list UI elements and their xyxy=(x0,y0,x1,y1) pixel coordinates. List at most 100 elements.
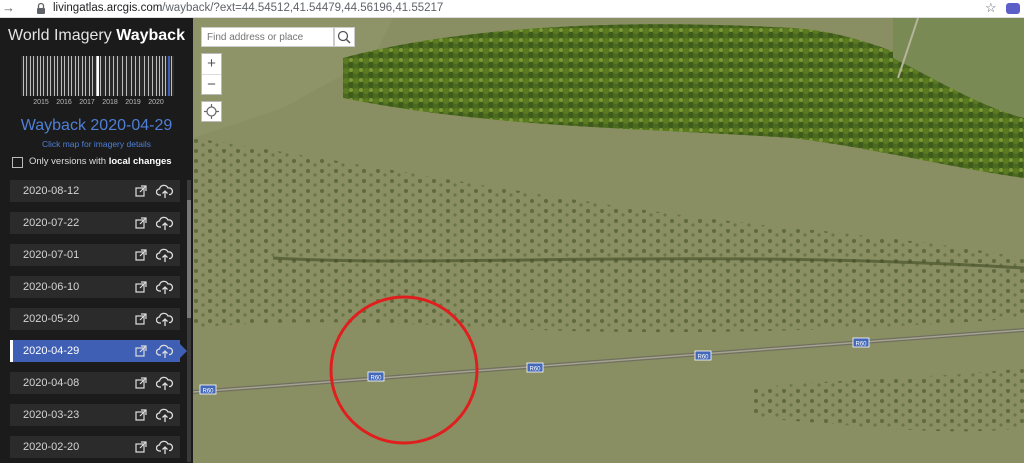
satellite-map[interactable]: R60 R60 R60 R60 R60 xyxy=(193,18,1024,463)
timeline-release-tick[interactable] xyxy=(113,56,114,96)
release-item[interactable]: 2020-04-29 xyxy=(10,340,187,362)
timeline-release-tick[interactable] xyxy=(126,56,127,96)
timeline-release-tick[interactable] xyxy=(131,56,132,96)
open-in-new-icon[interactable] xyxy=(135,185,147,197)
cloud-upload-icon[interactable] xyxy=(156,407,174,423)
timeline-release-tick[interactable] xyxy=(43,56,44,96)
zoom-out-button[interactable]: − xyxy=(202,74,221,95)
timeline-release-tick[interactable] xyxy=(37,56,38,96)
timeline-release-tick[interactable] xyxy=(117,56,118,96)
timeline-release-tick[interactable] xyxy=(89,56,90,96)
release-date: 2020-04-29 xyxy=(23,345,80,357)
zoom-in-button[interactable]: + xyxy=(202,54,221,74)
open-in-new-icon[interactable] xyxy=(135,441,147,453)
url-host: livingatlas.arcgis.com xyxy=(53,2,163,14)
timeline-release-tick[interactable] xyxy=(61,56,62,96)
scrollbar-thumb[interactable] xyxy=(187,200,191,318)
timeline-release-tick[interactable] xyxy=(33,56,34,96)
timeline-release-tick[interactable] xyxy=(71,56,72,96)
timeline-year-label: 2015 xyxy=(33,99,49,106)
url-path: /wayback/?ext=44.54512,41.54479,44.56196… xyxy=(162,2,444,14)
cloud-upload-icon[interactable] xyxy=(156,343,174,359)
back-arrow-icon[interactable]: → xyxy=(2,0,15,16)
release-item[interactable]: 2020-07-22 xyxy=(10,212,180,234)
open-in-new-icon[interactable] xyxy=(135,217,147,229)
timeline-year-label: 2020 xyxy=(148,99,164,106)
timeline-release-tick[interactable] xyxy=(85,56,86,96)
timeline-release-tick[interactable] xyxy=(23,56,24,96)
timeline-release-tick[interactable] xyxy=(78,56,79,96)
app-title: World Imagery Wayback xyxy=(0,27,193,45)
release-item[interactable]: 2020-07-01 xyxy=(10,244,180,266)
cloud-upload-icon[interactable] xyxy=(156,247,174,263)
timeline-release-tick[interactable] xyxy=(75,56,76,96)
timeline-release-tick[interactable] xyxy=(159,56,160,96)
map-search-input[interactable] xyxy=(201,27,334,47)
release-item[interactable]: 2020-04-08 xyxy=(10,372,180,394)
timeline-release-tick[interactable] xyxy=(40,56,41,96)
release-item[interactable]: 2020-02-20 xyxy=(10,436,180,458)
local-changes-label: Only versions with local changes xyxy=(29,156,172,167)
cloud-upload-icon[interactable] xyxy=(156,279,174,295)
map-search-button[interactable] xyxy=(334,27,355,47)
release-date: 2020-07-01 xyxy=(23,249,80,261)
timeline-release-tick[interactable] xyxy=(168,56,170,96)
timeline-release-tick[interactable] xyxy=(105,56,106,96)
release-timeline[interactable] xyxy=(21,56,174,96)
release-item[interactable]: 2020-03-23 xyxy=(10,404,180,426)
bookmark-star-icon[interactable]: ☆ xyxy=(985,0,997,16)
timeline-release-tick[interactable] xyxy=(152,56,153,96)
timeline-release-tick[interactable] xyxy=(109,56,110,96)
timeline-release-tick[interactable] xyxy=(139,56,140,96)
release-list-scrollbar[interactable] xyxy=(187,180,191,462)
timeline-release-tick[interactable] xyxy=(135,56,136,96)
release-item[interactable]: 2020-06-10 xyxy=(10,276,180,298)
timeline-release-tick[interactable] xyxy=(26,56,27,96)
timeline-release-tick[interactable] xyxy=(162,56,163,96)
release-date: 2020-06-10 xyxy=(23,281,80,293)
local-changes-filter[interactable]: Only versions with local changes xyxy=(12,156,187,170)
timeline-year-label: 2018 xyxy=(102,99,118,106)
crosshair-icon xyxy=(204,104,219,119)
open-in-new-icon[interactable] xyxy=(135,313,147,325)
timeline-release-tick[interactable] xyxy=(148,56,149,96)
timeline-year-label: 2017 xyxy=(79,99,95,106)
timeline-release-tick[interactable] xyxy=(68,56,69,96)
cloud-upload-icon[interactable] xyxy=(156,375,174,391)
timeline-release-tick[interactable] xyxy=(171,56,172,96)
road-shield-label: R60 xyxy=(370,376,382,382)
timeline-release-tick[interactable] xyxy=(165,56,166,96)
open-in-new-icon[interactable] xyxy=(135,249,147,261)
timeline-marker xyxy=(97,56,99,96)
open-in-new-icon[interactable] xyxy=(135,345,147,357)
cloud-upload-icon[interactable] xyxy=(156,439,174,455)
timeline-release-tick[interactable] xyxy=(122,56,123,96)
timeline-year-axis: 2015 2016 2017 2018 2019 2020 xyxy=(21,99,174,109)
open-in-new-icon[interactable] xyxy=(135,377,147,389)
timeline-release-tick[interactable] xyxy=(54,56,55,96)
timeline-release-tick[interactable] xyxy=(64,56,65,96)
sidebar: World Imagery Wayback 2015 2016 2017 2018 20… xyxy=(0,18,193,463)
release-item[interactable]: 2020-05-20 xyxy=(10,308,180,330)
local-changes-checkbox[interactable] xyxy=(12,157,23,168)
search-icon xyxy=(337,30,351,44)
locate-button[interactable] xyxy=(201,101,222,122)
url-text[interactable]: livingatlas.arcgis.com/wayback/?ext=44.5… xyxy=(53,2,443,14)
release-item[interactable]: 2020-08-12 xyxy=(10,180,180,202)
timeline-release-tick[interactable] xyxy=(144,56,145,96)
timeline-release-tick[interactable] xyxy=(92,56,93,96)
timeline-release-tick[interactable] xyxy=(30,56,31,96)
local-changes-prefix: Only versions with xyxy=(29,156,107,167)
timeline-release-tick[interactable] xyxy=(47,56,48,96)
timeline-release-tick[interactable] xyxy=(82,56,83,96)
timeline-release-tick[interactable] xyxy=(50,56,51,96)
cloud-upload-icon[interactable] xyxy=(156,215,174,231)
timeline-release-tick[interactable] xyxy=(57,56,58,96)
open-in-new-icon[interactable] xyxy=(135,281,147,293)
timeline-release-tick[interactable] xyxy=(156,56,157,96)
open-in-new-icon[interactable] xyxy=(135,409,147,421)
cloud-upload-icon[interactable] xyxy=(156,311,174,327)
cloud-upload-icon[interactable] xyxy=(156,183,174,199)
extension-icon[interactable] xyxy=(1006,3,1020,14)
timeline-release-tick[interactable] xyxy=(100,56,101,96)
